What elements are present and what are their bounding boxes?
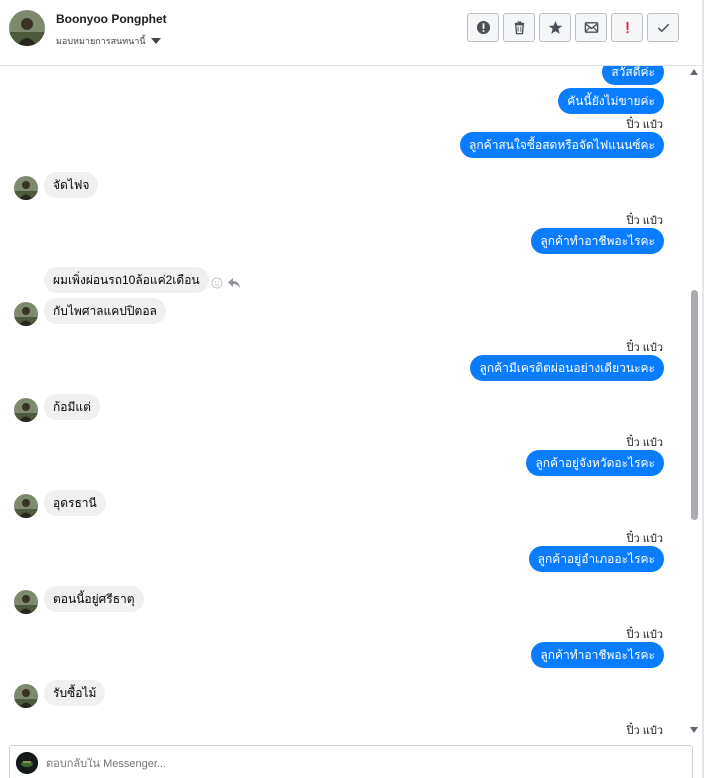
contact-avatar-small	[14, 176, 38, 200]
reply-composer[interactable]	[9, 745, 693, 778]
contact-avatar-small	[14, 302, 38, 326]
sender-label: ปิ๋ว แป๋ว	[626, 119, 663, 131]
star-button[interactable]	[539, 13, 571, 42]
message-outgoing[interactable]: ลูกค้าสนใจซื้อสดหรือจัดไฟแนนซ์คะ	[460, 132, 664, 158]
sender-label: ปิ๋ว แป๋ว	[626, 533, 663, 545]
delete-button[interactable]	[503, 13, 535, 42]
message-incoming[interactable]: กับไพศาลแคปปิตอล	[44, 298, 166, 324]
alert-icon	[626, 21, 628, 34]
mail-icon	[584, 22, 598, 33]
sender-label: ปิ๋ว แป๋ว	[626, 342, 663, 354]
contact-avatar-small	[14, 398, 38, 422]
message-outgoing[interactable]: ลูกค้าทำอาชีพอะไรคะ	[531, 642, 664, 668]
scroll-down-arrow-icon[interactable]	[690, 727, 698, 733]
message-outgoing[interactable]: ลูกค้าอยู่จังหวัดอะไรคะ	[526, 450, 664, 476]
emoji-reaction-icon[interactable]	[211, 277, 223, 289]
spam-button[interactable]	[611, 13, 643, 42]
sender-label: ปิ๋ว แป๋ว	[626, 215, 663, 227]
contact-avatar[interactable]	[9, 10, 45, 46]
message-outgoing[interactable]: ลูกค้าอยู่อำเภออะไรคะ	[528, 546, 664, 572]
message-incoming[interactable]: ตอนนี้อยู่ศรีธาตุ	[44, 586, 144, 612]
caret-down-icon	[150, 38, 161, 44]
message-scrollbar[interactable]	[688, 66, 702, 742]
conversation-header: Boonyoo Pongphet มอบหมายการสนทนานี้	[0, 0, 704, 66]
message-incoming[interactable]: อุดรธานี	[44, 490, 106, 516]
contact-avatar-small	[14, 684, 38, 708]
info-button[interactable]	[467, 13, 499, 42]
message-list[interactable]: สวัสดีค่ะ คันนี้ยังไม่ขายค่ะ ปิ๋ว แป๋ว ล…	[0, 66, 688, 742]
contact-name[interactable]: Boonyoo Pongphet	[56, 12, 167, 26]
assign-conversation-dropdown[interactable]: มอบหมายการสนทนานี้	[56, 34, 161, 48]
message-outgoing[interactable]: ลูกค้าทำอาชีพอะไรคะ	[531, 228, 664, 254]
scroll-up-arrow-icon[interactable]	[690, 69, 698, 75]
trash-icon	[514, 21, 524, 35]
mark-unread-button[interactable]	[575, 13, 607, 42]
page-avatar	[16, 752, 38, 774]
check-icon	[657, 23, 669, 33]
reply-input[interactable]	[46, 758, 446, 770]
sender-label: ปิ๋ว แป๋ว	[626, 725, 663, 737]
scroll-thumb[interactable]	[691, 290, 698, 520]
message-incoming[interactable]: ผมเพิ่งผ่อนรถ10ล้อแค่2เดือน	[44, 267, 209, 293]
sender-label: ปิ๋ว แป๋ว	[626, 629, 663, 641]
contact-avatar-small	[14, 590, 38, 614]
message-incoming[interactable]: ก้อมีแต่	[44, 394, 100, 420]
message-incoming[interactable]: รับซื้อไม้	[44, 680, 106, 706]
message-outgoing[interactable]: สวัสดีค่ะ	[602, 66, 664, 85]
message-actions	[211, 277, 241, 289]
message-outgoing[interactable]: ลูกค้ามีเครดิตผ่อนอย่างเดียวนะคะ	[470, 355, 664, 381]
mark-done-button[interactable]	[647, 13, 679, 42]
message-outgoing[interactable]: คันนี้ยังไม่ขายค่ะ	[558, 88, 664, 114]
info-icon	[476, 20, 490, 35]
reply-icon[interactable]	[227, 277, 241, 289]
assign-label: มอบหมายการสนทนานี้	[56, 36, 146, 46]
contact-avatar-small	[14, 494, 38, 518]
star-icon	[548, 20, 562, 34]
sender-label: ปิ๋ว แป๋ว	[626, 437, 663, 449]
header-toolbar	[467, 13, 679, 42]
message-incoming[interactable]: จัดไฟจ	[44, 172, 99, 198]
